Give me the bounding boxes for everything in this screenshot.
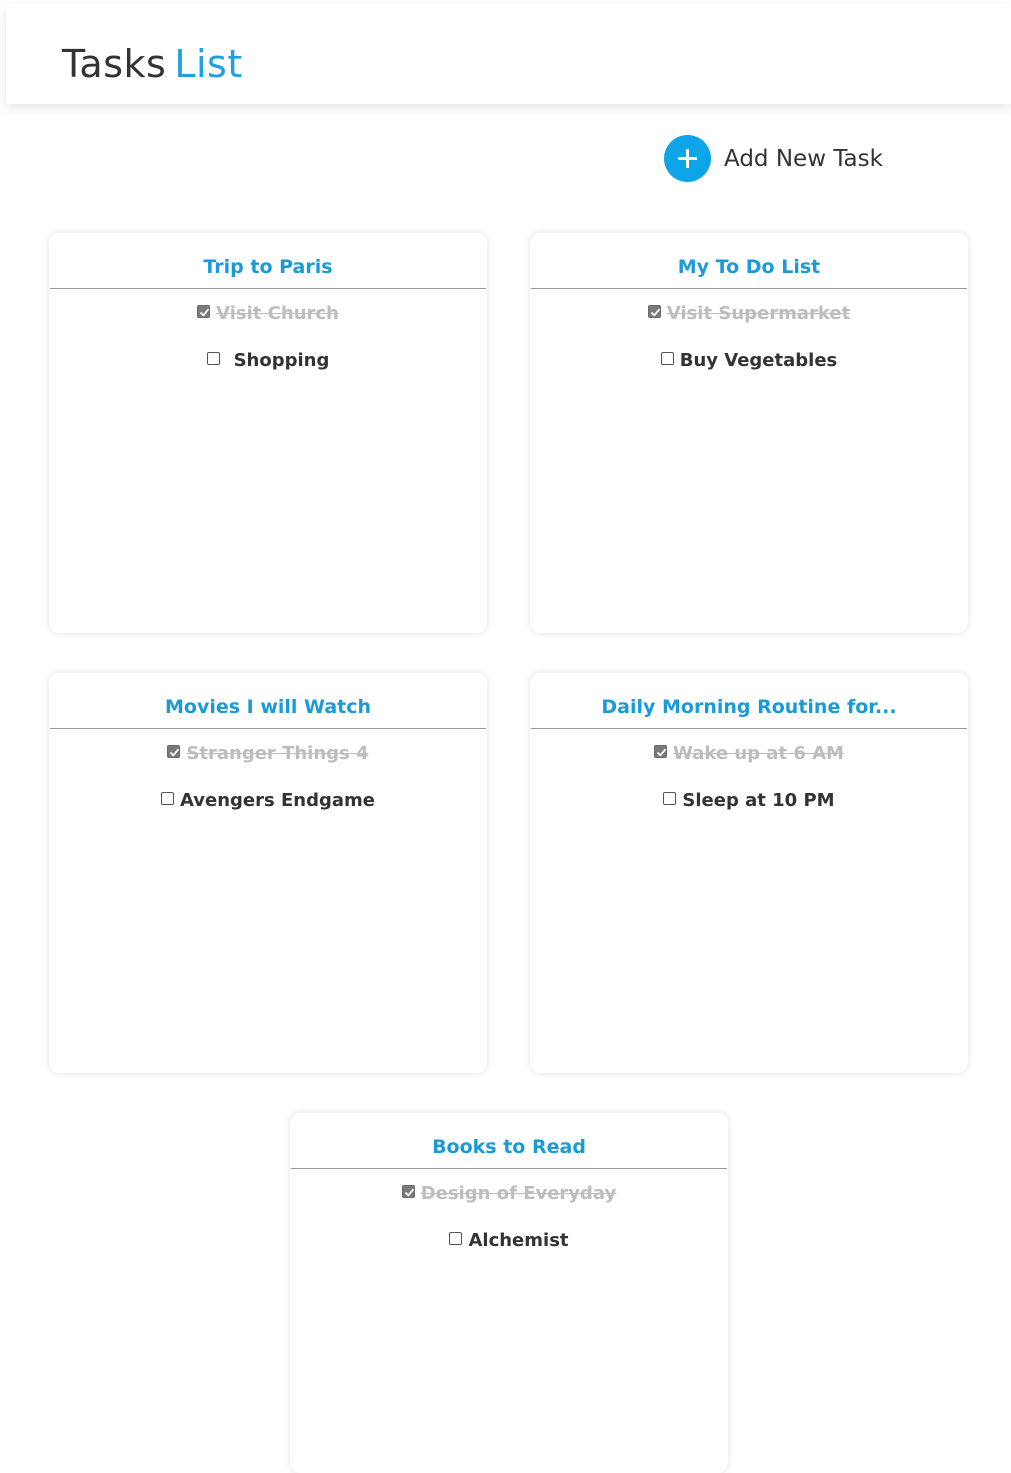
task-list-title[interactable]: Trip to Paris	[50, 233, 486, 289]
app-title-part1: Tasks	[62, 42, 167, 86]
task-label: Alchemist	[468, 1229, 569, 1251]
task-label: Avengers Endgame	[180, 789, 375, 811]
app-header: Tasks List	[6, 4, 1011, 104]
app-title-part2: List	[174, 42, 243, 86]
task-item: Wake up at 6 AM	[530, 742, 968, 764]
task-item: Buy Vegetables	[530, 349, 968, 371]
add-new-task-label[interactable]: Add New Task	[724, 146, 883, 172]
task-label: Sleep at 10 PM	[682, 789, 835, 811]
task-item: Alchemist	[290, 1229, 728, 1251]
task-list-title[interactable]: Movies I will Watch	[50, 673, 486, 729]
task-label: Visit Supermarket	[666, 302, 851, 324]
checkbox-checked[interactable]	[197, 304, 211, 318]
task-list-title[interactable]: Daily Morning Routine for...	[531, 673, 967, 729]
task-label: Shopping	[233, 349, 330, 371]
task-item: Design of Everyday	[290, 1182, 728, 1204]
task-label: Visit Church	[216, 302, 339, 324]
add-new-task-button[interactable]: Add New Task	[664, 135, 883, 182]
checkbox-checked[interactable]	[647, 304, 661, 318]
checkbox-unchecked[interactable]	[449, 1231, 463, 1245]
checkbox-unchecked[interactable]	[206, 351, 220, 365]
task-list-card: Daily Morning Routine for... Wake up at …	[530, 673, 968, 1073]
task-label: Stranger Things 4	[186, 742, 369, 764]
checkbox-unchecked[interactable]	[660, 351, 674, 365]
task-item: Visit Supermarket	[530, 302, 968, 324]
task-item: Stranger Things 4	[49, 742, 487, 764]
checkbox-unchecked[interactable]	[663, 791, 677, 805]
app-title: Tasks List	[62, 42, 243, 86]
task-item: Avengers Endgame	[49, 789, 487, 811]
checkbox-checked[interactable]	[401, 1184, 415, 1198]
checkbox-checked[interactable]	[654, 744, 668, 758]
task-list-title[interactable]: Books to Read	[291, 1113, 727, 1169]
task-label: Wake up at 6 AM	[673, 742, 844, 764]
checkbox-unchecked[interactable]	[161, 791, 174, 805]
task-list-title[interactable]: My To Do List	[531, 233, 967, 289]
task-item: Shopping	[49, 349, 487, 371]
task-item: Sleep at 10 PM	[530, 789, 968, 811]
task-item: Visit Church	[49, 302, 487, 324]
checkbox-checked[interactable]	[167, 744, 181, 758]
task-list-card: Trip to Paris Visit Church Shopping	[49, 233, 487, 633]
task-list-card: My To Do List Visit Supermarket Buy Vege…	[530, 233, 968, 633]
task-list-card: Movies I will Watch Stranger Things 4 Av…	[49, 673, 487, 1073]
task-label: Design of Everyday	[420, 1182, 617, 1204]
plus-icon[interactable]	[664, 135, 711, 182]
task-list-card: Books to Read Design of Everyday Alchemi…	[290, 1113, 728, 1473]
task-label: Buy Vegetables	[679, 349, 838, 371]
